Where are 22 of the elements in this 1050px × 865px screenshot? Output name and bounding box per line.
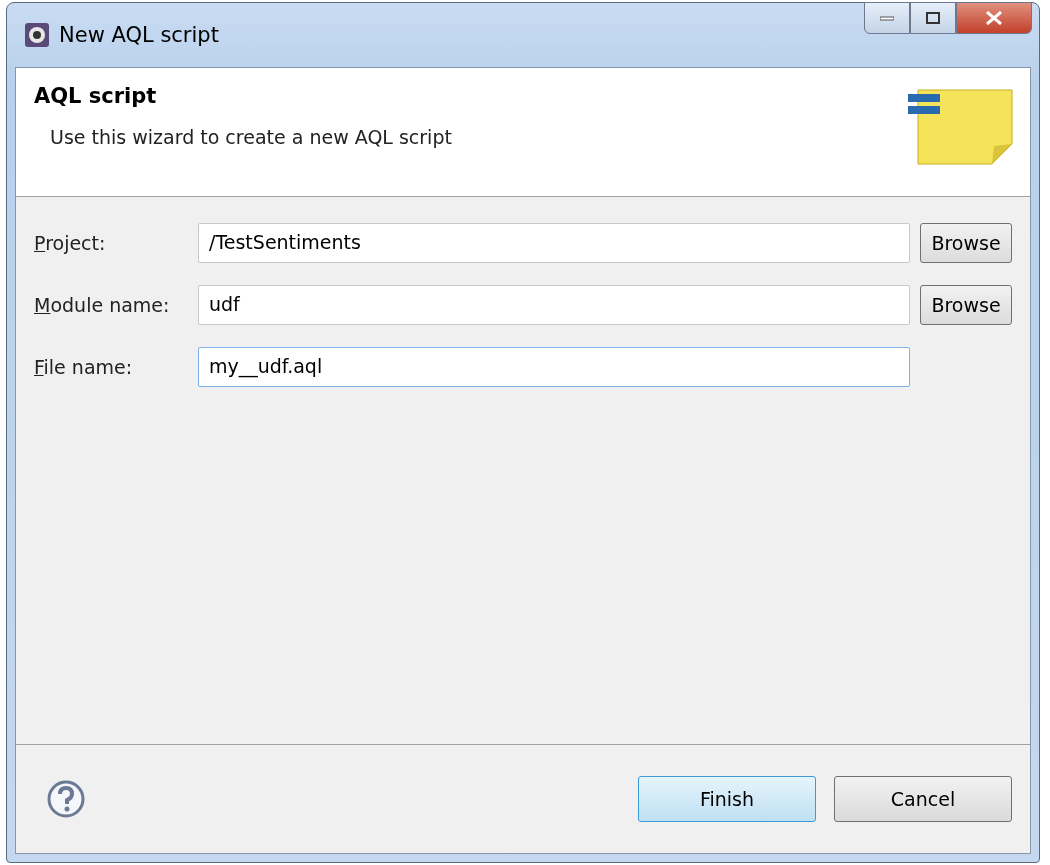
dialog-button[interactable]: Cancel xyxy=(834,776,1012,822)
gear-icon xyxy=(25,23,49,47)
page-title: AQL script xyxy=(34,84,158,108)
minimize-button[interactable] xyxy=(864,2,910,34)
field-label: Project: xyxy=(34,232,107,254)
maximize-button[interactable] xyxy=(910,2,956,34)
text-field[interactable]: udf xyxy=(198,285,910,325)
dialog-button[interactable]: Finish xyxy=(638,776,816,822)
close-button[interactable] xyxy=(956,2,1032,34)
browse-button[interactable]: Browse xyxy=(920,223,1012,263)
text-field[interactable]: /TestSentiments xyxy=(198,223,910,263)
close-icon xyxy=(985,11,1003,25)
note-icon xyxy=(906,86,1016,166)
window-title: New AQL script xyxy=(59,23,219,47)
field-label: Module name: xyxy=(34,294,171,316)
help-icon[interactable] xyxy=(46,779,86,819)
field-label: File name: xyxy=(34,356,134,378)
text-field[interactable]: my__udf.aql xyxy=(198,347,910,387)
minimize-icon xyxy=(880,15,894,21)
page-description: Use this wizard to create a new AQL script xyxy=(50,126,452,148)
browse-button[interactable]: Browse xyxy=(920,285,1012,325)
maximize-icon xyxy=(926,12,940,24)
